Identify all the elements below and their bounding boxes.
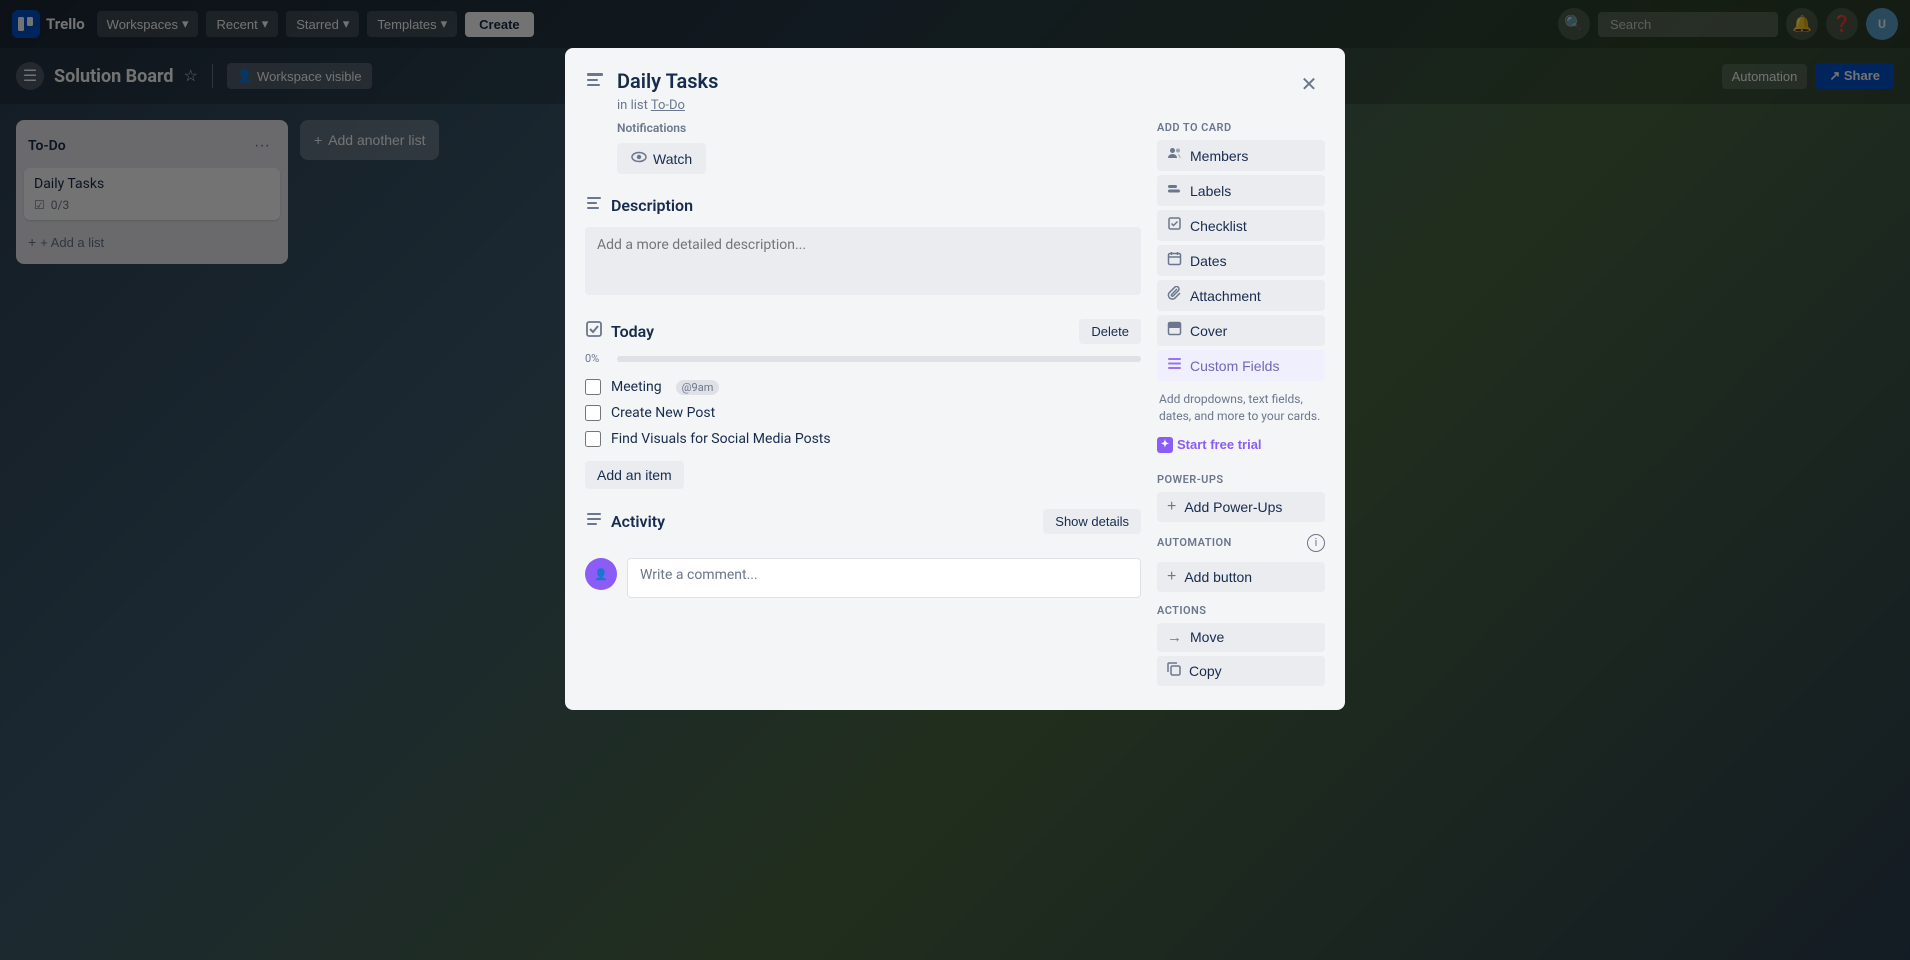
custom-fields-icon: [1167, 356, 1182, 375]
automation-info-icon[interactable]: i: [1307, 534, 1325, 552]
members-icon: [1167, 146, 1182, 165]
close-icon: ✕: [1301, 72, 1318, 97]
checklist-header-row: Today Delete: [585, 319, 1141, 344]
modal-subtitle: in list To-Do: [617, 98, 1281, 113]
checklist-item-text-3: Find Visuals for Social Media Posts: [611, 431, 831, 447]
actions-label: Actions: [1157, 604, 1325, 617]
modal-title-section: Daily Tasks in list To-Do: [617, 68, 1281, 113]
notifications-label: Notifications: [617, 121, 1141, 135]
description-icon: [585, 194, 603, 217]
automation-header: Automation i: [1157, 534, 1325, 552]
automation-label: Automation: [1157, 536, 1232, 549]
plus-icon: +: [1167, 498, 1176, 516]
checklist-sidebar-icon: [1167, 216, 1182, 235]
plus-icon: +: [1167, 568, 1176, 586]
description-title: Description: [611, 196, 693, 215]
progress-percent: 0%: [585, 352, 609, 365]
checklist-title: Today: [611, 322, 654, 341]
modal-body: Notifications Watch: [565, 121, 1345, 710]
checklist-item-text-2: Create New Post: [611, 405, 715, 421]
user-comment-avatar: 👤: [585, 558, 617, 590]
progress-row: 0%: [585, 352, 1141, 365]
activity-icon: [585, 510, 603, 533]
copy-icon: [1167, 662, 1181, 680]
comment-input[interactable]: Write a comment...: [627, 558, 1141, 598]
activity-header-row: Activity Show details: [585, 509, 1141, 534]
comment-row: 👤 Write a comment...: [585, 558, 1141, 598]
notifications-section: Notifications Watch: [585, 121, 1141, 174]
modal-main: Notifications Watch: [585, 121, 1157, 690]
add-power-ups-button[interactable]: + Add Power-Ups: [1157, 492, 1325, 522]
checklist-item-text-1: Meeting: [611, 379, 662, 395]
attachment-button[interactable]: Attachment: [1157, 280, 1325, 311]
add-item-button[interactable]: Add an item: [585, 461, 684, 489]
power-ups-label: Power-Ups: [1157, 473, 1325, 486]
checklist-checkbox-3[interactable]: [585, 431, 601, 447]
power-ups-section: Power-Ups + Add Power-Ups: [1157, 465, 1325, 522]
custom-fields-description: Add dropdowns, text fields, dates, and m…: [1157, 391, 1325, 425]
delete-checklist-button[interactable]: Delete: [1079, 319, 1141, 344]
watch-button[interactable]: Watch: [617, 143, 706, 174]
labels-button[interactable]: Labels: [1157, 175, 1325, 206]
custom-fields-button[interactable]: Custom Fields: [1157, 350, 1325, 381]
move-icon: →: [1167, 629, 1182, 646]
checklist-button[interactable]: Checklist: [1157, 210, 1325, 241]
start-free-trial-button[interactable]: ✦ Start free trial: [1157, 433, 1262, 457]
labels-icon: [1167, 181, 1182, 200]
automation-section: Automation i + Add button: [1157, 530, 1325, 592]
checklist-section: Today Delete 0%: [585, 319, 1141, 489]
checklist-checkbox-1[interactable]: [585, 379, 601, 395]
description-section: Description: [585, 194, 1141, 299]
list-link[interactable]: To-Do: [651, 98, 685, 113]
actions-section: Actions → Move Copy: [1157, 600, 1325, 686]
checklist-item-1: Meeting @9am: [585, 375, 1141, 399]
progress-bar-background: [617, 356, 1141, 362]
cover-icon: [1167, 321, 1182, 340]
eye-icon: [631, 149, 647, 168]
members-button[interactable]: Members: [1157, 140, 1325, 171]
activity-section: Activity Show details 👤 Write a comment.…: [585, 509, 1141, 598]
card-header-icon: [585, 70, 605, 95]
add-to-card-label: Add to card: [1157, 121, 1325, 134]
checklist-item-tag-1: @9am: [676, 380, 720, 395]
modal-sidebar: Add to card Members: [1157, 121, 1325, 690]
show-details-button[interactable]: Show details: [1043, 509, 1141, 534]
modal-card-title[interactable]: Daily Tasks: [617, 68, 1281, 94]
modal-close-button[interactable]: ✕: [1293, 68, 1325, 100]
checklist-header: Today: [585, 320, 654, 343]
copy-button[interactable]: Copy: [1157, 656, 1325, 686]
activity-title: Activity: [611, 512, 665, 531]
checklist-item-2: Create New Post: [585, 401, 1141, 425]
cover-button[interactable]: Cover: [1157, 315, 1325, 346]
modal-overlay[interactable]: Daily Tasks in list To-Do ✕ Notification…: [0, 0, 1910, 960]
attachment-icon: [1167, 286, 1182, 305]
checklist-checkbox-2[interactable]: [585, 405, 601, 421]
activity-header: Activity: [585, 510, 665, 533]
move-button[interactable]: → Move: [1157, 623, 1325, 652]
card-modal: Daily Tasks in list To-Do ✕ Notification…: [565, 48, 1345, 710]
description-input[interactable]: [585, 227, 1141, 295]
modal-header: Daily Tasks in list To-Do ✕: [565, 48, 1345, 121]
description-header: Description: [585, 194, 1141, 217]
dates-icon: [1167, 251, 1182, 270]
trial-icon: ✦: [1157, 437, 1173, 453]
dates-button[interactable]: Dates: [1157, 245, 1325, 276]
add-button-button[interactable]: + Add button: [1157, 562, 1325, 592]
checklist-item-3: Find Visuals for Social Media Posts: [585, 427, 1141, 451]
checklist-icon: [585, 320, 603, 343]
